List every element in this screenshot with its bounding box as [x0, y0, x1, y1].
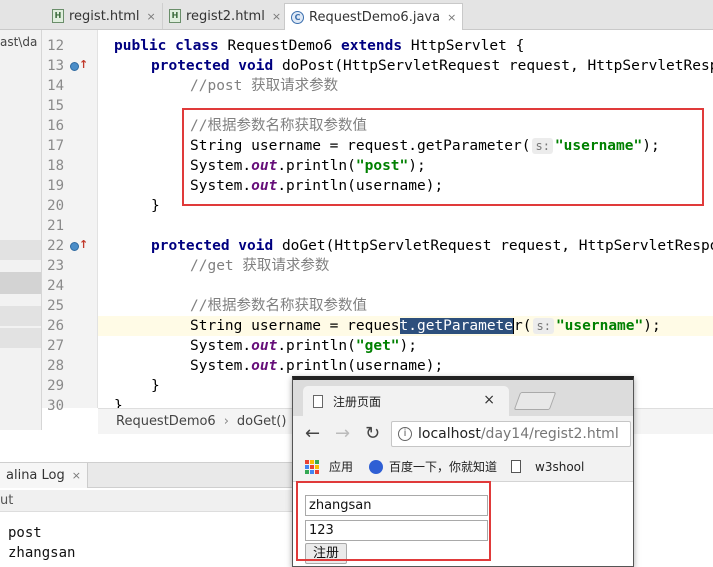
- override-method-icon[interactable]: ↑: [70, 58, 88, 74]
- line-number: 20: [47, 198, 64, 214]
- code-line-20: }: [151, 198, 160, 214]
- apps-grid-dot: [315, 459, 319, 464]
- console-line: post: [8, 525, 42, 541]
- line-number: 26: [47, 318, 64, 334]
- apps-grid-dot: [310, 459, 314, 464]
- apps-grid-dot: [305, 469, 309, 474]
- browser-tab-title: 注册页面: [333, 394, 382, 409]
- line-number: 27: [47, 338, 64, 354]
- apps-grid-icon[interactable]: [305, 459, 319, 474]
- line-number: 18: [47, 158, 64, 174]
- line-number: 25: [47, 298, 64, 314]
- new-tab-button[interactable]: [513, 392, 557, 410]
- bookmark-baidu[interactable]: 百度一下，你就知道: [389, 458, 497, 475]
- forward-icon[interactable]: →: [335, 423, 350, 444]
- code-line-26: String username = request.getParameter(s…: [190, 318, 661, 334]
- console-line: zhangsan: [8, 545, 76, 561]
- page-icon: [313, 394, 323, 408]
- code-line-27: System.out.println("get");: [190, 338, 418, 354]
- line-number: 30: [47, 398, 64, 414]
- code-line-28: System.out.println(username);: [190, 358, 444, 374]
- line-number: 17: [47, 138, 64, 154]
- code-line-30: }: [114, 398, 123, 408]
- close-icon[interactable]: ×: [147, 10, 156, 23]
- code-line-23: //get 获取请求参数: [190, 258, 330, 274]
- tree-row[interactable]: [0, 328, 41, 348]
- tab-label: regist2.html: [186, 8, 265, 24]
- line-number: 24: [47, 278, 64, 294]
- project-path[interactable]: ast\da: [0, 35, 37, 49]
- breadcrumb-separator: ›: [223, 414, 229, 429]
- line-number: 28: [47, 358, 64, 374]
- tab-label: regist.html: [69, 8, 140, 24]
- apps-grid-dot: [310, 469, 314, 474]
- apps-grid-dot: [315, 469, 319, 474]
- console-tab-bar: alina Log ×: [0, 462, 300, 488]
- apps-grid-dot: [310, 464, 314, 469]
- bookmarks-bar: 应用 百度一下，你就知道 w3shool: [293, 452, 633, 482]
- address-bar[interactable]: i localhost/day14/regist2.html: [391, 421, 631, 447]
- code-line-12: public class RequestDemo6 extends HttpSe…: [114, 38, 525, 54]
- page-icon: [511, 460, 522, 473]
- html-file-icon: H: [169, 9, 181, 23]
- code-line-25: //根据参数名称获取参数值: [190, 298, 367, 314]
- tab-catalina-log[interactable]: alina Log ×: [0, 463, 88, 488]
- tree-row-selected[interactable]: [0, 272, 41, 294]
- project-panel: ast\da: [0, 30, 42, 430]
- reload-icon[interactable]: ↻: [365, 423, 380, 444]
- browser-titlebar: 注册页面 ×: [293, 380, 633, 416]
- code-line-22: protected void doGet(HttpServletRequest …: [151, 238, 713, 254]
- apps-grid-dot: [315, 464, 319, 469]
- back-icon[interactable]: ←: [305, 423, 320, 444]
- editor-tab-bar: H regist.html × H regist2.html × C Reque…: [0, 0, 713, 30]
- tab-regist2-html[interactable]: H regist2.html ×: [163, 3, 289, 29]
- text-selection: t.getParamete: [399, 318, 514, 334]
- close-icon[interactable]: ×: [272, 10, 281, 23]
- code-line-13: protected void doPost(HttpServletRequest…: [151, 58, 713, 74]
- apps-grid-dot: [305, 464, 309, 469]
- tree-row[interactable]: [0, 306, 41, 326]
- override-method-icon[interactable]: ↑: [70, 238, 88, 254]
- code-editor[interactable]: public class RequestDemo6 extends HttpSe…: [98, 30, 713, 408]
- line-number: 29: [47, 378, 64, 394]
- tree-row[interactable]: [0, 240, 41, 260]
- line-number: 14: [47, 78, 64, 94]
- line-number: 15: [47, 98, 64, 114]
- browser-tab[interactable]: 注册页面 ×: [303, 386, 509, 416]
- tab-requestdemo6-java[interactable]: C RequestDemo6.java ×: [284, 3, 464, 30]
- line-number: 12: [47, 38, 64, 54]
- tab-regist-html[interactable]: H regist.html ×: [46, 3, 163, 29]
- url-path: /day14/regist2.html: [480, 426, 619, 442]
- line-gutter: 12 13 14 15 16 17 18 19 20 21 22 23 24 2…: [42, 30, 98, 414]
- breadcrumb-class[interactable]: RequestDemo6: [116, 414, 216, 429]
- baidu-paw-icon: [369, 459, 384, 474]
- info-icon[interactable]: i: [398, 427, 412, 441]
- java-class-icon: C: [291, 10, 304, 24]
- line-number: 22: [47, 238, 64, 254]
- line-number: 16: [47, 118, 64, 134]
- tab-label: RequestDemo6.java: [309, 9, 441, 25]
- browser-toolbar: ← → ↻ i localhost/day14/regist2.html: [293, 416, 633, 452]
- code-line-14: //post 获取请求参数: [190, 78, 339, 94]
- annotation-box: [182, 108, 704, 206]
- line-number: 13: [47, 58, 64, 74]
- line-number: 21: [47, 218, 64, 234]
- parameter-hint: s:: [533, 318, 554, 334]
- annotation-box: [296, 481, 491, 561]
- close-icon[interactable]: ×: [483, 392, 495, 408]
- bookmark-apps[interactable]: 应用: [329, 458, 353, 475]
- html-file-icon: H: [52, 9, 64, 23]
- console-output: post zhangsan: [0, 514, 300, 567]
- line-number: 19: [47, 178, 64, 194]
- bookmark-w3school[interactable]: w3shool: [535, 460, 584, 474]
- line-number: 23: [47, 258, 64, 274]
- console-header: ut: [0, 490, 300, 512]
- apps-grid-dot: [305, 459, 309, 464]
- close-icon[interactable]: ×: [447, 11, 456, 24]
- close-icon[interactable]: ×: [72, 469, 81, 482]
- breadcrumb-method[interactable]: doGet(): [237, 414, 287, 429]
- code-line-29: }: [151, 378, 160, 394]
- url-host: localhost: [418, 426, 481, 442]
